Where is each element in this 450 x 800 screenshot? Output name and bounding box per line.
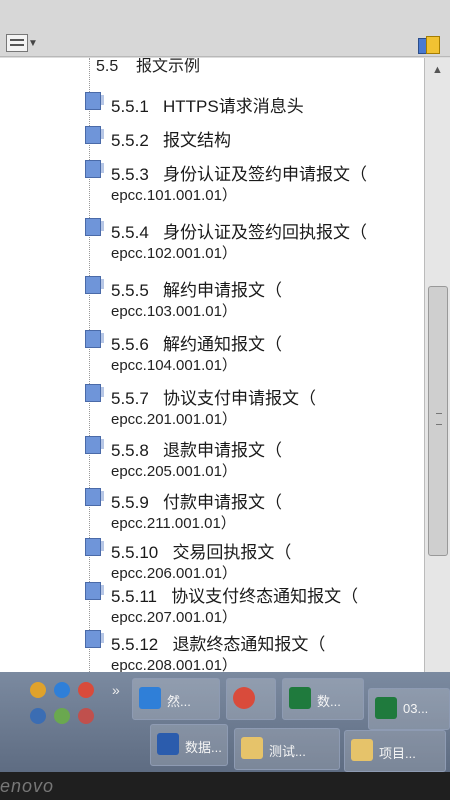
taskbar-item-excel[interactable]: 数... (282, 678, 364, 720)
scroll-thumb[interactable] (428, 286, 448, 556)
scroll-up-icon[interactable]: ▲ (432, 64, 443, 76)
bookmark-title: 5.5.10 交易回执报文（ (111, 543, 292, 562)
bookmark-title: 5.5.4 身份认证及签约回执报文（ (111, 223, 367, 242)
word-icon (157, 733, 179, 755)
bookmark-heading[interactable]: 5.5 报文示例 (96, 58, 200, 76)
bookmark-item[interactable]: 5.5.7 协议支付申请报文（ epcc.201.001.01） (0, 380, 420, 432)
bookmark-icon (85, 538, 104, 556)
bookmark-code: epcc.205.001.01） (111, 463, 237, 480)
taskbar-item-label: 数据... (185, 740, 222, 755)
bookmark-code: epcc.207.001.01） (111, 609, 237, 626)
bookmarks-panel: 5.5 报文示例 5.5.1 HTTPS请求消息头 5.5.2 报文结构 5.5… (0, 58, 424, 672)
tray-app-icon[interactable] (54, 708, 70, 724)
bookmark-code: epcc.201.001.01） (111, 411, 237, 428)
bookmark-icon (85, 92, 104, 110)
bookmark-item[interactable]: 5.5.11 协议支付终态通知报文（ epcc.207.001.01） (0, 578, 420, 630)
bookmark-item[interactable]: 5.5.12 退款终态通知报文（ epcc.208.001.01） (0, 626, 420, 672)
bookmark-code: epcc.211.001.01） (111, 515, 236, 532)
bookmark-options-icon[interactable] (6, 34, 28, 52)
bookmark-item[interactable]: 5.5.9 付款申请报文（ epcc.211.001.01） (0, 484, 420, 536)
adobe-reader-window: ▼ 5.5 报文示例 5.5.1 HTTPS请求消息头 5.5.2 报文结构 5… (0, 0, 450, 672)
taskbar-item-label: 项目... (379, 746, 416, 761)
monitor-bezel: enovo (0, 772, 450, 800)
bookmark-icon (85, 488, 104, 506)
taskbar-item-folder[interactable]: 测试... (234, 728, 340, 770)
windows-taskbar: » 然... 数... 03... 数据... 测试... 项目... (0, 672, 450, 772)
heading-number: 5.5 (96, 58, 119, 75)
chevron-down-icon[interactable]: ▼ (28, 38, 38, 49)
tray-app-icon[interactable] (54, 682, 70, 698)
bookmark-icon (85, 160, 104, 178)
grip-icon (436, 413, 442, 425)
bookmark-code: epcc.103.001.01） (111, 303, 237, 320)
taskbar-item-folder-2[interactable]: 项目... (344, 730, 446, 772)
folder-icon (241, 737, 263, 759)
bookmark-icon (85, 276, 104, 294)
taskbar-item-excel-2[interactable]: 03... (368, 688, 450, 730)
vertical-scrollbar[interactable]: ▲ (424, 58, 450, 672)
tray-app-icon[interactable] (78, 708, 94, 724)
taskbar-item-chrome[interactable] (226, 678, 276, 720)
bookmark-title: 5.5.2 报文结构 (111, 131, 231, 150)
bookmark-icon (85, 436, 104, 454)
ie-icon (139, 687, 161, 709)
bookmark-item[interactable]: 5.5.3 身份认证及签约申请报文（ epcc.101.001.01） (0, 156, 420, 208)
bookmark-code: epcc.101.001.01） (111, 187, 237, 204)
tray-app-icon[interactable] (78, 682, 94, 698)
chrome-icon (233, 687, 255, 709)
bookmark-icon (85, 630, 104, 648)
taskbar-item-label: 测试... (269, 744, 306, 759)
bookmark-title: 5.5.5 解约申请报文（ (111, 281, 282, 300)
tray-app-icon[interactable] (30, 682, 46, 698)
brand-logo: enovo (0, 776, 55, 796)
excel-icon (289, 687, 311, 709)
bookmark-item[interactable]: 5.5.8 退款申请报文（ epcc.205.001.01） (0, 432, 420, 484)
taskbar-item-label: 03... (403, 701, 429, 716)
bookmark-item[interactable]: 5.5.1 HTTPS请求消息头 (0, 88, 420, 118)
folder-icon (351, 739, 373, 761)
bookmark-title: 5.5.8 退款申请报文（ (111, 441, 282, 460)
bookmark-icon (85, 384, 104, 402)
bookmark-title: 5.5.6 解约通知报文（ (111, 335, 282, 354)
bookmark-code: epcc.102.001.01） (111, 245, 237, 262)
bookmark-title: 5.5.1 HTTPS请求消息头 (111, 97, 304, 116)
pdf-export-icon[interactable] (418, 36, 440, 54)
tray-app-icon[interactable] (30, 708, 46, 724)
bookmark-item[interactable]: 5.5.5 解约申请报文（ epcc.103.001.01） (0, 272, 420, 324)
taskbar-item-word[interactable]: 数据... (150, 724, 228, 766)
bookmark-icon (85, 126, 104, 144)
bookmark-title: 5.5.7 协议支付申请报文（ (111, 389, 316, 408)
bookmark-icon (85, 218, 104, 236)
taskbar-item-label: 然... (167, 694, 191, 709)
bookmark-title: 5.5.11 协议支付终态通知报文（ (111, 587, 359, 606)
taskbar-item-label: 数... (317, 694, 341, 709)
bookmark-code: epcc.104.001.01） (111, 357, 237, 374)
bookmark-item[interactable]: 5.5.6 解约通知报文（ epcc.104.001.01） (0, 326, 420, 378)
bookmark-icon (85, 330, 104, 348)
bookmark-title: 5.5.9 付款申请报文（ (111, 493, 282, 512)
bookmark-code: epcc.208.001.01） (111, 657, 237, 672)
bookmark-title: 5.5.3 身份认证及签约申请报文（ (111, 165, 367, 184)
bookmarks-toolbar: ▼ (0, 0, 450, 57)
chevron-right-icon[interactable]: » (112, 682, 120, 698)
bookmark-title: 5.5.12 退款终态通知报文（ (111, 635, 326, 654)
heading-label: 报文示例 (136, 58, 201, 75)
bookmark-item[interactable]: 5.5.2 报文结构 (0, 122, 420, 152)
taskbar-item-ie[interactable]: 然... (132, 678, 220, 720)
excel-icon (375, 697, 397, 719)
bookmark-item[interactable]: 5.5.4 身份认证及签约回执报文（ epcc.102.001.01） (0, 214, 420, 266)
bookmark-icon (85, 582, 104, 600)
